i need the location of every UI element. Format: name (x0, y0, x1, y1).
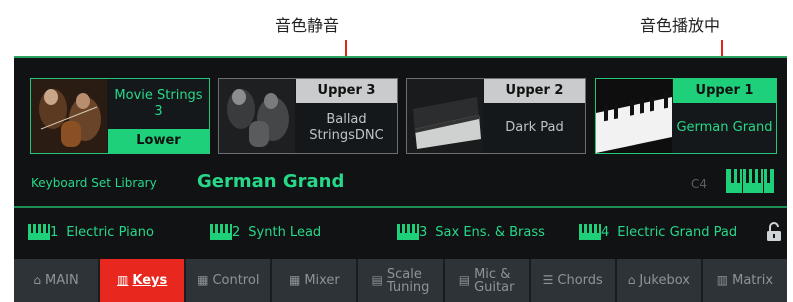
tab-matrix[interactable]: ▥ Matrix (702, 259, 787, 302)
preset-number: 2 (232, 224, 241, 240)
lower-part-label: Lower (108, 129, 209, 153)
tab-label-line-2: Guitar (474, 279, 515, 295)
tab-scale-tuning[interactable]: ▤ Scale Tuning (358, 259, 443, 302)
keys-preset-icon (28, 224, 50, 240)
tab-jukebox[interactable]: ⌂ Jukebox (616, 259, 701, 302)
upper3-sound-name: Ballad StringsDNC (309, 112, 384, 143)
upper1-sound-tile[interactable]: Upper 1 German Grand (595, 78, 777, 154)
keys-icon: ▥ (117, 273, 129, 287)
keys-preset-icon (210, 224, 232, 240)
lower-sound-info: Movie Strings 3 Lower (108, 79, 209, 153)
keyboard-set-preset-3[interactable]: 3 Sax Ens. & Brass (397, 224, 545, 240)
tab-label: Mic & Guitar (474, 268, 514, 294)
preset-number: 4 (601, 224, 610, 240)
ballad-strings-photo (219, 79, 295, 153)
tab-keys[interactable]: ▥ Keys (100, 259, 185, 302)
preset-name: Electric Grand Pad (617, 224, 738, 240)
tab-label: Mixer (304, 273, 340, 288)
upper1-sound-info: Upper 1 German Grand (673, 79, 776, 153)
tab-label: Chords (557, 273, 603, 288)
preset-name: Sax Ens. & Brass (435, 224, 545, 240)
upper2-sound-name: Dark Pad (505, 120, 564, 135)
playing-annotation: 音色播放中 (640, 16, 721, 35)
tab-label: Keys (132, 273, 168, 288)
section-divider (14, 206, 787, 208)
keyboard-set-preset-4[interactable]: 4 Electric Grand Pad (579, 224, 737, 240)
control-icon: ▦ (197, 273, 209, 287)
tab-label: Control (212, 273, 260, 288)
german-grand-photo (596, 79, 672, 153)
jukebox-icon: ⌂ (627, 273, 636, 287)
preset-number: 3 (419, 224, 428, 240)
tab-label-line-1: Scale (386, 266, 422, 282)
tab-chords[interactable]: ☰ Chords (530, 259, 615, 302)
keyboard-icon[interactable] (726, 169, 774, 193)
main-tab-bar: ⌂ MAIN ▥ Keys ▦ Control ▦ Mixer ▤ Scale … (14, 259, 787, 302)
tab-label-line-2: Tuning (386, 279, 430, 295)
upper2-part-label: Upper 2 (484, 79, 585, 103)
matrix-icon: ▥ (716, 273, 729, 287)
chords-icon: ☰ (542, 273, 554, 287)
muted-annotation: 音色静音 (275, 16, 340, 35)
movie-strings-photo (31, 79, 107, 153)
upper2-sound-tile[interactable]: Upper 2 Dark Pad (406, 78, 586, 154)
unlock-icon[interactable] (766, 222, 782, 242)
tab-label: MAIN (45, 273, 79, 288)
keyboard-set-name[interactable]: German Grand (197, 171, 344, 192)
preset-name: Synth Lead (248, 224, 322, 240)
mixer-icon: ▦ (288, 273, 301, 287)
keys-preset-icon (579, 224, 601, 240)
upper1-sound-name: German Grand (676, 120, 773, 135)
upper1-part-label: Upper 1 (673, 79, 776, 103)
home-icon: ⌂ (33, 273, 42, 287)
preset-number: 1 (50, 224, 59, 240)
tab-mic-guitar[interactable]: ▤ Mic & Guitar (444, 259, 529, 302)
keyboard-set-preset-2[interactable]: 2 Synth Lead (210, 224, 321, 240)
keyboard-set-preset-1[interactable]: 1 Electric Piano (28, 224, 154, 240)
keyboard-screen: Movie Strings 3 Lower Upper 3 Ballad Str… (14, 56, 787, 302)
tab-mixer[interactable]: ▦ Mixer (272, 259, 357, 302)
lower-sound-tile[interactable]: Movie Strings 3 Lower (30, 78, 210, 154)
tab-control[interactable]: ▦ Control (186, 259, 271, 302)
upper3-sound-tile[interactable]: Upper 3 Ballad StringsDNC (218, 78, 398, 154)
keyboard-set-library-label[interactable]: Keyboard Set Library (31, 176, 157, 190)
tab-label: Scale Tuning (387, 268, 430, 294)
upper3-part-label: Upper 3 (296, 79, 397, 103)
tab-main[interactable]: ⌂ MAIN (14, 259, 99, 302)
tab-label-line-1: Mic & (474, 266, 511, 282)
mic-icon: ▤ (458, 273, 471, 287)
keys-preset-icon (397, 224, 419, 240)
upper2-sound-info: Upper 2 Dark Pad (484, 79, 585, 153)
scale-icon: ▤ (371, 273, 383, 287)
preset-name: Electric Piano (66, 224, 154, 240)
tab-label: Jukebox (639, 273, 690, 288)
dark-pad-photo (407, 79, 483, 153)
lower-sound-name: Movie Strings 3 (114, 88, 203, 119)
split-note-label: C4 (691, 177, 708, 191)
upper3-sound-info: Upper 3 Ballad StringsDNC (296, 79, 397, 153)
tab-label: Matrix (732, 273, 774, 288)
